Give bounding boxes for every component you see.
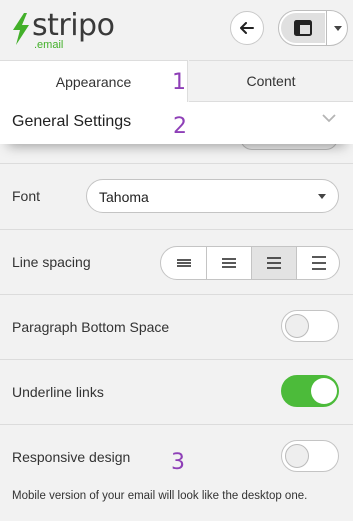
- annotation-marker-3: 3: [171, 450, 185, 475]
- tab-content[interactable]: Content: [189, 60, 353, 102]
- caret-down-icon: [318, 194, 326, 199]
- line-spacing-normal-option[interactable]: [206, 247, 251, 279]
- layout-icon: [294, 20, 312, 36]
- underline-links-row: Underline links: [0, 359, 353, 424]
- top-bar: stripo .email: [0, 0, 353, 60]
- chevron-down-icon: [322, 114, 336, 123]
- lines-normal-icon: [222, 258, 236, 268]
- annotation-marker-2: 2: [173, 114, 187, 139]
- caret-down-icon: [333, 25, 342, 31]
- back-button[interactable]: [230, 11, 264, 45]
- toggle-knob: [311, 378, 337, 404]
- font-row: Font Tahoma: [0, 163, 353, 229]
- responsive-design-hint: Mobile version of your email will look l…: [12, 490, 308, 502]
- line-spacing-label: Line spacing: [12, 254, 91, 270]
- line-spacing-row: Line spacing: [0, 229, 353, 294]
- underline-links-toggle[interactable]: [281, 375, 339, 407]
- logo-text: stripo: [32, 8, 115, 43]
- tab-appearance[interactable]: Appearance: [0, 60, 188, 102]
- line-spacing-compact-option[interactable]: [161, 247, 206, 279]
- font-label: Font: [12, 188, 41, 204]
- font-select[interactable]: Tahoma: [86, 179, 339, 213]
- line-spacing-selector[interactable]: [160, 246, 340, 280]
- line-spacing-loose-option[interactable]: [296, 247, 339, 279]
- lightning-logo-icon: [13, 13, 29, 45]
- paragraph-bottom-space-toggle[interactable]: [281, 310, 339, 342]
- paragraph-bottom-space-row: Paragraph Bottom Space: [0, 294, 353, 359]
- logo-subtext: .email: [34, 39, 64, 51]
- responsive-design-toggle[interactable]: [281, 440, 339, 472]
- toggle-knob: [285, 314, 309, 338]
- responsive-design-label: Responsive design: [12, 449, 131, 465]
- line-spacing-relaxed-option[interactable]: [251, 247, 296, 279]
- annotation-marker-1: 1: [172, 70, 186, 95]
- paragraph-bottom-space-label: Paragraph Bottom Space: [12, 319, 170, 335]
- arrow-left-icon: [240, 22, 254, 34]
- font-select-value: Tahoma: [99, 189, 149, 205]
- toggle-knob: [285, 444, 309, 468]
- underline-links-label: Underline links: [12, 384, 104, 400]
- layout-dropdown-toggle[interactable]: [327, 11, 347, 45]
- lines-compact-icon: [176, 259, 191, 267]
- stripo-logo[interactable]: stripo .email: [10, 8, 120, 54]
- layout-option[interactable]: [281, 13, 325, 43]
- layout-switch-button[interactable]: [278, 10, 348, 46]
- lines-relaxed-icon: [267, 257, 281, 269]
- lines-loose-icon: [312, 256, 326, 270]
- general-settings-title: General Settings: [12, 113, 132, 130]
